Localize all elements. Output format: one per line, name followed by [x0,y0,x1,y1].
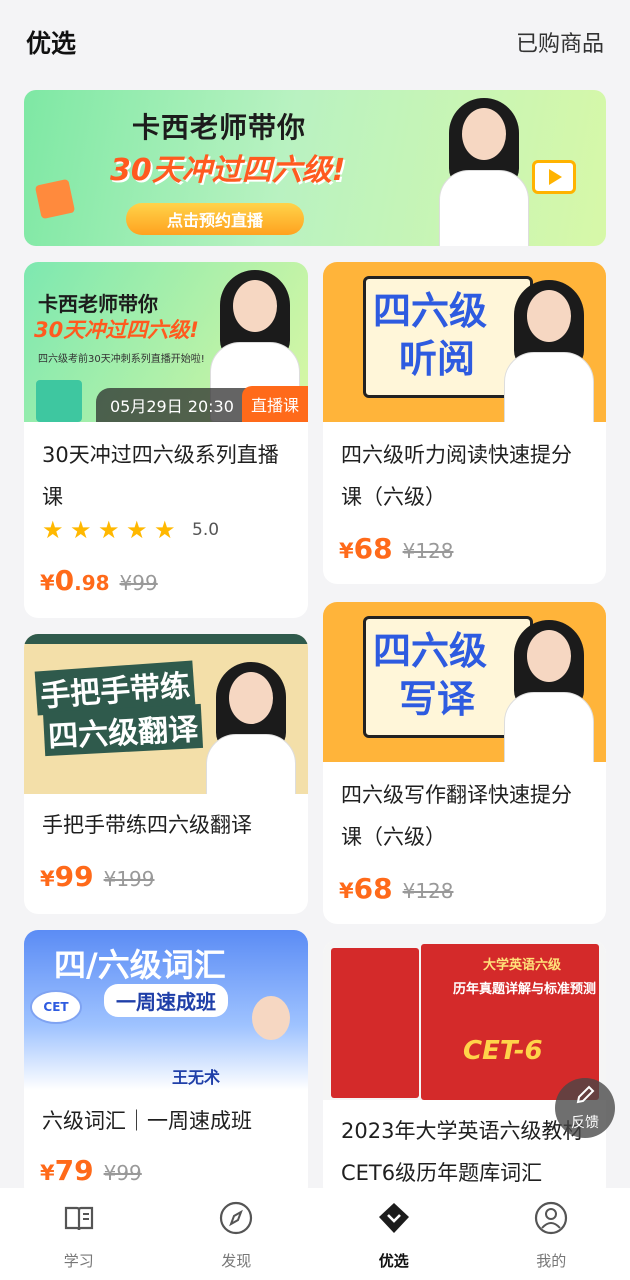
price-value: 99 [54,860,94,893]
product-thumbnail: 大学英语六级 历年真题详解与标准预测 CET-6 [323,940,606,1100]
price-value: 68 [353,532,393,565]
price-currency: ¥ [40,571,55,595]
product-name: 手把手带练四六级翻译 [42,813,252,837]
product-name: 六级词汇｜一周速成班 [42,1109,252,1133]
product-name: 四六级写作翻译快速提分课（六级） [341,783,572,849]
gift-icon [36,380,82,422]
thumb-title: 卡西老师带你 [38,292,158,316]
book-live-button[interactable]: 点击预约直播 [126,203,304,235]
price: ¥ 68 ¥128 [339,532,454,565]
cet-label: CET-6 [463,1036,543,1066]
teacher-photo [499,272,599,422]
tab-discover[interactable]: 发现 [158,1188,316,1280]
thumb-title: 四六级 [373,629,488,673]
tab-selected-goods[interactable]: 优选 [315,1188,473,1280]
price: ¥ 99 ¥199 [40,860,155,893]
product-card[interactable]: 卡西老师带你 30天冲过四六级! 四六级考前30天冲刺系列直播开始啦! 05月2… [24,262,308,618]
thumb-subtitle: 四六级考前30天冲刺系列直播开始啦! [38,354,205,365]
teacher-name: 王无术 [172,1068,221,1087]
star-icon: ★ [70,516,92,544]
star-icon: ★ [98,516,120,544]
top-header: 优选 已购商品 [0,0,630,84]
price-currency: ¥ [40,867,55,891]
diamond-icon [376,1200,412,1240]
feedback-label: 反馈 [571,1115,599,1131]
book-icon [61,1200,97,1240]
teacher-photo [196,654,306,794]
star-icon: ★ [126,516,148,544]
product-card[interactable]: 四六级 听阅 四六级听力阅读快速提分课（六级） ¥ 68 ¥128 [323,262,606,584]
decoration-book [34,178,76,220]
price-currency: ¥ [339,539,354,563]
tab-label: 我的 [536,1252,567,1270]
product-name: 四六级听力阅读快速提分课（六级） [341,443,572,509]
edit-icon [574,1084,596,1110]
tab-label: 发现 [221,1252,252,1270]
hero-headline: 卡西老师带你 [132,111,307,144]
tab-mine[interactable]: 我的 [473,1188,630,1280]
product-card[interactable]: 四/六级词汇 一周速成班 王无术 CET 六级词汇｜一周速成班 ¥ 79 ¥99 [24,930,308,1200]
product-thumbnail: 卡西老师带你 30天冲过四六级! 四六级考前30天冲刺系列直播开始啦! 05月2… [24,262,308,422]
product-name: 2023年大学英语六级教材CET6级历年题库词汇 [341,1119,584,1185]
cet-icon: CET [30,990,82,1024]
original-price: ¥128 [402,539,454,563]
teacher-photo [499,612,599,762]
thumb-title-2: 一周速成班 [104,984,228,1017]
purchased-products-link[interactable]: 已购商品 [516,26,604,58]
teacher-photo [419,90,549,246]
price-value: 79 [54,1154,94,1187]
product-card[interactable]: 四六级 写译 四六级写作翻译快速提分课（六级） ¥ 68 ¥128 [323,602,606,924]
hero-banner[interactable]: 卡西老师带你 30天冲过四六级! 点击预约直播 [24,90,606,246]
original-price: ¥199 [103,867,155,891]
thumb-title: 四六级 [373,289,488,333]
original-price: ¥99 [119,571,158,595]
tab-label: 学习 [63,1252,94,1270]
star-icon: ★ [154,516,176,544]
thumb-title-2: 四六级翻译 [42,703,204,757]
book-title: 大学英语六级 [483,958,562,973]
tab-study[interactable]: 学习 [0,1188,158,1280]
thumb-title-2: 听阅 [399,337,476,381]
price-currency: ¥ [40,1161,55,1185]
tab-label: 优选 [378,1252,409,1270]
user-icon [533,1200,569,1240]
product-thumbnail: 四六级 听阅 [323,262,606,422]
product-thumbnail: 四/六级词汇 一周速成班 王无术 CET [24,930,308,1090]
feedback-button[interactable]: 反馈 [555,1078,615,1138]
book-subtitle: 历年真题详解与标准预测 [453,982,597,997]
price: ¥ 0 .98 ¥99 [40,564,158,597]
live-time-badge: 05月29日 20:30 [96,388,248,422]
product-card[interactable]: 手把手带练 四六级翻译 手把手带练四六级翻译 ¥ 99 ¥199 [24,634,308,914]
thumb-title-2: 写译 [399,677,476,721]
star-icon: ★ [42,516,64,544]
thumb-title: 四/六级词汇 [54,946,226,984]
bottom-tab-bar: 学习 发现 优选 我的 [0,1188,630,1280]
product-name: 30天冲过四六级系列直播课 [42,443,279,509]
page-title: 优选 [26,29,77,58]
price-currency: ¥ [339,879,354,903]
price-decimal: .98 [74,571,110,595]
price: ¥ 79 ¥99 [40,1154,142,1187]
rating-score: 5.0 [192,520,220,540]
product-thumbnail: 四六级 写译 [323,602,606,762]
price-value: 68 [353,872,393,905]
teacher-photo [234,990,308,1090]
hero-subheadline: 30天冲过四六级! [110,153,346,188]
product-card[interactable]: 大学英语六级 历年真题详解与标准预测 CET-6 2023年大学英语六级教材CE… [323,940,606,1200]
compass-icon [218,1200,254,1240]
original-price: ¥128 [402,879,454,903]
play-icon [532,160,576,194]
rating: ★ ★ ★ ★ ★ 5.0 [42,518,219,542]
thumb-title-2: 30天冲过四六级! [34,318,199,342]
price-value: 0 [54,564,75,597]
live-badge: 直播课 [242,386,308,422]
price: ¥ 68 ¥128 [339,872,454,905]
original-price: ¥99 [103,1161,142,1185]
product-thumbnail: 手把手带练 四六级翻译 [24,634,308,794]
